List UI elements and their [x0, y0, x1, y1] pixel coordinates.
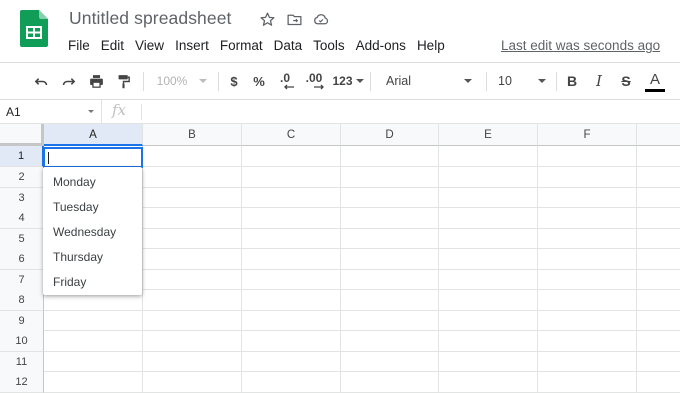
- column-header-a[interactable]: A: [44, 124, 143, 146]
- chevron-down-icon: [199, 79, 208, 83]
- undo-button[interactable]: [29, 63, 53, 99]
- toolbar-divider: [143, 72, 144, 91]
- increase-decimal-button[interactable]: .00: [301, 63, 327, 99]
- bold-button[interactable]: B: [562, 63, 582, 99]
- italic-button[interactable]: I: [589, 63, 609, 99]
- column-header-b[interactable]: B: [143, 124, 242, 146]
- column-header-d[interactable]: D: [341, 124, 439, 146]
- font-size-select[interactable]: 10: [492, 63, 552, 99]
- dropdown-option[interactable]: Friday: [43, 272, 142, 297]
- toolbar-divider: [486, 72, 487, 91]
- formula-divider: [141, 104, 142, 120]
- menu-edit[interactable]: Edit: [101, 38, 124, 53]
- chevron-down-icon: [464, 79, 472, 83]
- text-cursor: [48, 152, 49, 164]
- currency-format-button[interactable]: $: [224, 63, 244, 99]
- print-icon: [89, 74, 103, 88]
- column-header-c[interactable]: C: [242, 124, 341, 146]
- row-header[interactable]: 10: [0, 331, 44, 352]
- formula-bar: A1 fx: [0, 100, 680, 124]
- toolbar-divider: [556, 72, 557, 91]
- print-button[interactable]: [84, 63, 108, 99]
- menu-data[interactable]: Data: [274, 38, 303, 53]
- strikethrough-button[interactable]: S: [616, 63, 636, 99]
- redo-icon: [62, 77, 75, 85]
- row-header[interactable]: 1: [0, 146, 44, 167]
- name-box-value: A1: [6, 105, 21, 119]
- font-size-value: 10: [498, 74, 512, 88]
- zoom-value: 100%: [156, 74, 188, 88]
- text-color-swatch: [645, 89, 665, 92]
- menu-view[interactable]: View: [135, 38, 164, 53]
- fx-icon: fx: [112, 101, 127, 119]
- last-edit-link[interactable]: Last edit was seconds ago: [501, 38, 660, 53]
- toolbar-divider: [218, 72, 219, 91]
- arrow-left-icon: [284, 84, 294, 90]
- column-header-g[interactable]: [637, 124, 680, 146]
- chevron-down-icon: [88, 110, 94, 113]
- font-family-select[interactable]: Arial: [380, 63, 480, 99]
- row-header[interactable]: 9: [0, 311, 44, 332]
- redo-button[interactable]: [56, 63, 80, 99]
- menu-insert[interactable]: Insert: [175, 38, 209, 53]
- move-folder-icon[interactable]: [285, 10, 303, 28]
- row-header[interactable]: 12: [0, 372, 44, 393]
- row-header[interactable]: 2: [0, 167, 44, 188]
- row-header[interactable]: 5: [0, 229, 44, 250]
- more-formats-label: 123: [332, 74, 353, 88]
- percent-format-button[interactable]: %: [249, 63, 269, 99]
- row-header[interactable]: 7: [0, 270, 44, 291]
- menu-addons[interactable]: Add-ons: [356, 38, 406, 53]
- formula-input[interactable]: [148, 104, 668, 120]
- dropdown-option[interactable]: Wednesday: [43, 222, 142, 247]
- row-header[interactable]: 4: [0, 208, 44, 229]
- select-all-corner[interactable]: [0, 124, 44, 146]
- undo-icon: [34, 77, 47, 85]
- more-formats-button[interactable]: 123: [331, 63, 365, 99]
- validation-dropdown: Monday Tuesday Wednesday Thursday Friday: [43, 167, 142, 295]
- increase-decimal-label: .00: [305, 71, 323, 85]
- star-icon[interactable]: [258, 10, 276, 28]
- column-header-f[interactable]: F: [538, 124, 637, 146]
- document-title[interactable]: Untitled spreadsheet: [69, 8, 232, 29]
- cloud-saved-icon[interactable]: [312, 10, 330, 28]
- grid-line: [44, 351, 680, 352]
- row-header[interactable]: 8: [0, 290, 44, 311]
- text-color-button[interactable]: A: [644, 63, 666, 99]
- paint-format-button[interactable]: [111, 63, 135, 99]
- row-header[interactable]: 3: [0, 188, 44, 209]
- dropdown-option[interactable]: Thursday: [43, 247, 142, 272]
- decrease-decimal-button[interactable]: .0: [273, 63, 297, 99]
- grid-line: [44, 371, 680, 372]
- arrow-right-icon: [314, 84, 324, 90]
- chevron-down-icon: [538, 79, 546, 83]
- menu-bar: File Edit View Insert Format Data Tools …: [68, 38, 456, 53]
- zoom-select[interactable]: 100%: [152, 63, 212, 99]
- row-header[interactable]: 11: [0, 352, 44, 373]
- text-color-label: A: [649, 71, 660, 88]
- column-header-e[interactable]: E: [439, 124, 538, 146]
- menu-file[interactable]: File: [68, 38, 90, 53]
- grid-line: [44, 310, 680, 311]
- dropdown-option[interactable]: Monday: [43, 172, 142, 197]
- decrease-decimal-label: .0: [279, 71, 290, 85]
- menu-format[interactable]: Format: [220, 38, 263, 53]
- dropdown-option[interactable]: Tuesday: [43, 197, 142, 222]
- font-family-value: Arial: [386, 74, 412, 88]
- row-header[interactable]: 6: [0, 249, 44, 270]
- grid-line: [44, 330, 680, 331]
- sheets-logo-icon[interactable]: [20, 10, 48, 47]
- app-header: Untitled spreadsheet File Edit View Inse…: [0, 0, 680, 62]
- paint-roller-icon: [118, 74, 130, 88]
- active-cell-a1[interactable]: [43, 147, 143, 168]
- name-box[interactable]: A1: [0, 100, 102, 123]
- menu-help[interactable]: Help: [417, 38, 445, 53]
- toolbar: 100% $ % .0 .00 123 Arial 10 B I S A: [0, 62, 680, 100]
- title-actions: [258, 10, 330, 28]
- toolbar-divider: [370, 72, 371, 91]
- menu-tools[interactable]: Tools: [313, 38, 345, 53]
- chevron-down-icon: [355, 79, 364, 83]
